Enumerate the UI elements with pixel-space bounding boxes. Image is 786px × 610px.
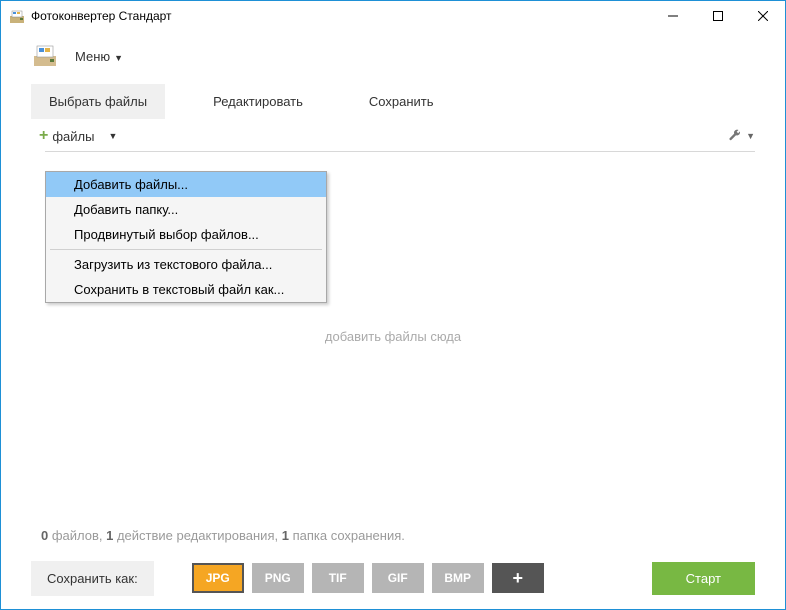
format-add[interactable]: +	[492, 563, 544, 593]
plus-icon: +	[39, 127, 48, 145]
format-png[interactable]: PNG	[252, 563, 304, 593]
dropdown-add-folder[interactable]: Добавить папку...	[46, 197, 326, 222]
wrench-icon	[728, 129, 742, 143]
status-folder-word: папка сохранения.	[289, 528, 405, 543]
format-jpg[interactable]: JPG	[192, 563, 244, 593]
tabs: Выбрать файлы Редактировать Сохранить	[1, 81, 785, 121]
settings-button[interactable]: ▼	[728, 129, 755, 143]
tab-edit[interactable]: Редактировать	[195, 84, 321, 119]
format-gif[interactable]: GIF	[372, 563, 424, 593]
printer-icon	[31, 42, 59, 70]
divider	[45, 151, 755, 152]
status-line: 0 файлов, 1 действие редактирования, 1 п…	[41, 528, 405, 543]
tab-save[interactable]: Сохранить	[351, 84, 452, 119]
format-tif[interactable]: TIF	[312, 563, 364, 593]
status-edit-word: действие редактирования,	[113, 528, 281, 543]
dropdown-add-files[interactable]: Добавить файлы...	[46, 172, 326, 197]
window-title: Фотоконвертер Стандарт	[31, 9, 650, 23]
menu-label: Меню	[75, 49, 110, 64]
maximize-button[interactable]	[695, 1, 740, 31]
drop-hint: добавить файлы сюда	[1, 329, 785, 344]
titlebar: Фотоконвертер Стандарт	[1, 1, 785, 31]
add-files-button[interactable]: + файлы ▼	[31, 123, 125, 149]
minimize-button[interactable]	[650, 1, 695, 31]
chevron-down-icon: ▼	[114, 53, 123, 63]
tab-select-files[interactable]: Выбрать файлы	[31, 84, 165, 119]
files-label: файлы	[52, 129, 94, 144]
dropdown-save-txt[interactable]: Сохранить в текстовый файл как...	[46, 277, 326, 302]
dropdown-load-txt[interactable]: Загрузить из текстового файла...	[46, 252, 326, 277]
files-dropdown: Добавить файлы... Добавить папку... Прод…	[45, 171, 327, 303]
status-folder-count: 1	[282, 528, 289, 543]
chevron-down-icon: ▼	[108, 131, 117, 141]
divider	[50, 249, 322, 250]
status-files-word: файлов,	[48, 528, 106, 543]
menu-button[interactable]: Меню ▼	[75, 49, 123, 64]
chevron-down-icon: ▼	[746, 131, 755, 141]
toolbar: + файлы ▼ ▼	[1, 121, 785, 151]
dropdown-advanced-select[interactable]: Продвинутый выбор файлов...	[46, 222, 326, 247]
menubar: Меню ▼	[1, 31, 785, 81]
app-icon	[9, 8, 25, 24]
start-button[interactable]: Старт	[652, 562, 755, 595]
close-button[interactable]	[740, 1, 785, 31]
bottombar: Сохранить как: JPG PNG TIF GIF BMP + Ста…	[31, 559, 755, 597]
format-bmp[interactable]: BMP	[432, 563, 484, 593]
save-as-label: Сохранить как:	[31, 561, 154, 596]
